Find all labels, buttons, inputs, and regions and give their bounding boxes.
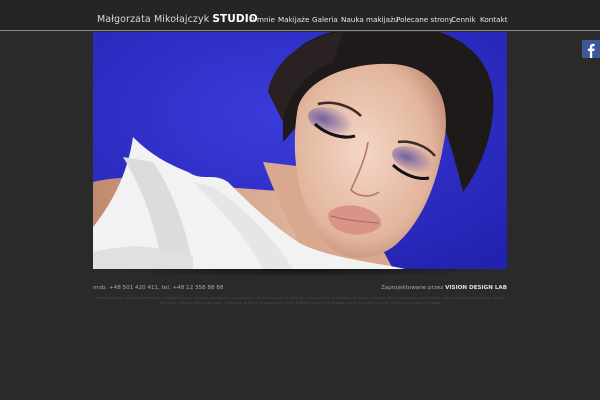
facebook-link[interactable] xyxy=(582,40,600,58)
nav-item-nauka-makijazu[interactable]: Nauka makijażu xyxy=(341,15,398,24)
nav-item-polecane-strony[interactable]: Polecane strony xyxy=(396,15,453,24)
hero-shadow xyxy=(100,269,500,277)
nav-item-cennik[interactable]: Cennik xyxy=(451,15,476,24)
design-credit: Zaprojektowane przez VISION DESIGN LAB xyxy=(381,285,507,291)
seo-keywords: makijaż ślubny, makijaż wieczorowy, maki… xyxy=(95,296,505,305)
site-logo[interactable]: Małgorzata Mikołajczyk STUDIO xyxy=(97,13,258,25)
credit-studio-link[interactable]: VISION DESIGN LAB xyxy=(445,285,507,291)
credit-prefix: Zaprojektowane przez xyxy=(380,285,444,291)
facebook-icon xyxy=(582,40,600,58)
nav-item-kontakt[interactable]: Kontakt xyxy=(480,15,508,24)
brand-name: Małgorzata Mikołajczyk xyxy=(97,14,210,25)
nav-item-o-mnie[interactable]: O mnie xyxy=(249,15,275,24)
model-portrait-image xyxy=(93,32,507,269)
nav-item-galeria[interactable]: Galeria xyxy=(312,15,338,24)
nav-item-makijaze[interactable]: Makijaże xyxy=(278,15,309,24)
hero-photo xyxy=(93,32,507,269)
contact-info: mob. +48 501 420 411, tel. +48 12 358 88… xyxy=(93,285,224,291)
top-bar: Małgorzata Mikołajczyk STUDIO O mnie Maki… xyxy=(0,0,600,31)
